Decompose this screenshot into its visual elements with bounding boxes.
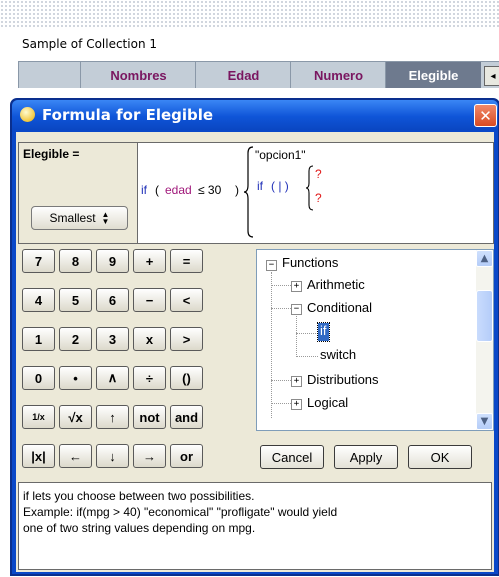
font-size-value: Smallest [49,211,96,225]
tree-connector [271,272,272,418]
key-3[interactable]: 3 [96,327,129,351]
function-tree[interactable]: − Functions + Arithmetic − Conditional i… [256,249,494,431]
key-square-root[interactable]: √x [59,405,92,429]
key-power[interactable]: ∧ [96,366,129,390]
close-button[interactable]: ✕ [474,104,497,127]
key-reciprocal[interactable]: 1/x [22,405,55,429]
tree-connector [296,333,318,334]
apply-button[interactable]: Apply [334,445,398,469]
cancel-button[interactable]: Cancel [260,445,324,469]
scroll-down-icon[interactable]: ▼ [476,413,493,430]
up-down-arrows-icon: ▲ ▼ [101,210,110,226]
tree-connector [296,356,318,357]
column-header-edad[interactable]: Edad [195,62,291,88]
tree-item-distributions[interactable]: Distributions [307,372,379,387]
key-2[interactable]: 2 [59,327,92,351]
nested-if-keyword: if [257,179,263,193]
key-minus[interactable]: − [133,288,166,312]
index-column-header [18,62,81,88]
scroll-left-icon[interactable]: ◂ [484,66,499,86]
collapse-icon[interactable]: − [266,260,277,271]
key-plus[interactable]: + [133,249,166,273]
key-parentheses[interactable]: () [170,366,203,390]
outer-brace-icon [243,146,254,238]
if-keyword: if [141,183,147,197]
help-line: Example: if(mpg > 40) "economical" "prof… [23,505,338,519]
keypad: 7 8 9 + = 4 5 6 − < 1 2 3 x > 0 • ∧ ÷ ()… [18,246,252,476]
font-size-select[interactable]: Smallest ▲ ▼ [31,206,128,230]
dialog-title: Formula for Elegible [42,106,214,124]
key-left-arrow[interactable]: ← [59,444,92,468]
close-paren: ) [235,183,239,197]
help-text: if lets you choose between two possibili… [18,482,492,570]
tree-item-switch[interactable]: switch [320,347,356,362]
open-paren: ( [155,183,159,197]
key-up-arrow[interactable]: ↑ [96,405,129,429]
case-table-header: Nombres Edad Numero Elegible ◂ [18,61,499,88]
tree-item-functions[interactable]: Functions [282,255,338,270]
scrollbar-thumb[interactable] [476,290,493,342]
formula-expression[interactable]: if ( edad ≤ 30 ) "opcion1" if ( | ) ? ? [141,143,493,243]
key-1[interactable]: 1 [22,327,55,351]
collapse-icon[interactable]: − [291,304,302,315]
expand-icon[interactable]: + [291,399,302,410]
key-4[interactable]: 4 [22,288,55,312]
placeholder-2[interactable]: ? [315,191,322,205]
tree-item-conditional[interactable]: Conditional [307,300,372,315]
tree-scrollbar[interactable]: ▲ ▼ [476,250,493,430]
key-equals[interactable]: = [170,249,203,273]
ok-button[interactable]: OK [408,445,472,469]
lhs-panel: Elegible = Smallest ▲ ▼ [19,143,138,243]
key-down-arrow[interactable]: ↓ [96,444,129,468]
dialog-body: Elegible = Smallest ▲ ▼ if ( edad ≤ 30 ) … [16,132,494,572]
true-branch-value: "opcion1" [255,148,306,162]
nested-if-args[interactable]: ( | ) [271,179,289,193]
comparison: ≤ 30 [198,183,222,197]
key-absolute-value[interactable]: |x| [22,444,55,468]
dialog-titlebar[interactable]: Formula for Elegible ✕ [12,100,498,130]
background-grid [0,0,499,28]
expand-icon[interactable]: + [291,281,302,292]
column-header-elegible[interactable]: Elegible [385,62,481,88]
tree-item-if[interactable]: if [317,322,330,342]
key-multiply[interactable]: x [133,327,166,351]
key-less-than[interactable]: < [170,288,203,312]
tree-connector [296,316,297,357]
key-divide[interactable]: ÷ [133,366,166,390]
variable-edad: edad [165,183,192,197]
help-line: if lets you choose between two possibili… [23,489,255,503]
key-decimal-point[interactable]: • [59,366,92,390]
key-8[interactable]: 8 [59,249,92,273]
formula-editor[interactable]: Elegible = Smallest ▲ ▼ if ( edad ≤ 30 ) … [18,142,494,244]
scroll-up-icon[interactable]: ▲ [476,250,493,267]
tree-item-arithmetic[interactable]: Arithmetic [307,277,365,292]
lightbulb-icon [20,107,35,122]
key-0[interactable]: 0 [22,366,55,390]
expand-icon[interactable]: + [291,376,302,387]
help-line: one of two string values depending on mp… [23,521,256,535]
formula-dialog: Formula for Elegible ✕ Elegible = Smalle… [10,98,499,576]
key-not[interactable]: not [133,405,166,429]
key-greater-than[interactable]: > [170,327,203,351]
tree-item-logical[interactable]: Logical [307,395,348,410]
key-and[interactable]: and [170,405,203,429]
key-6[interactable]: 6 [96,288,129,312]
key-9[interactable]: 9 [96,249,129,273]
collection-title: Sample of Collection 1 [22,37,157,51]
key-7[interactable]: 7 [22,249,55,273]
key-or[interactable]: or [170,444,203,468]
key-right-arrow[interactable]: → [133,444,166,468]
column-header-numero[interactable]: Numero [290,62,386,88]
column-header-nombres[interactable]: Nombres [80,62,196,88]
attribute-label: Elegible = [23,147,80,161]
inner-brace-icon [305,165,314,211]
placeholder-1[interactable]: ? [315,167,322,181]
key-5[interactable]: 5 [59,288,92,312]
